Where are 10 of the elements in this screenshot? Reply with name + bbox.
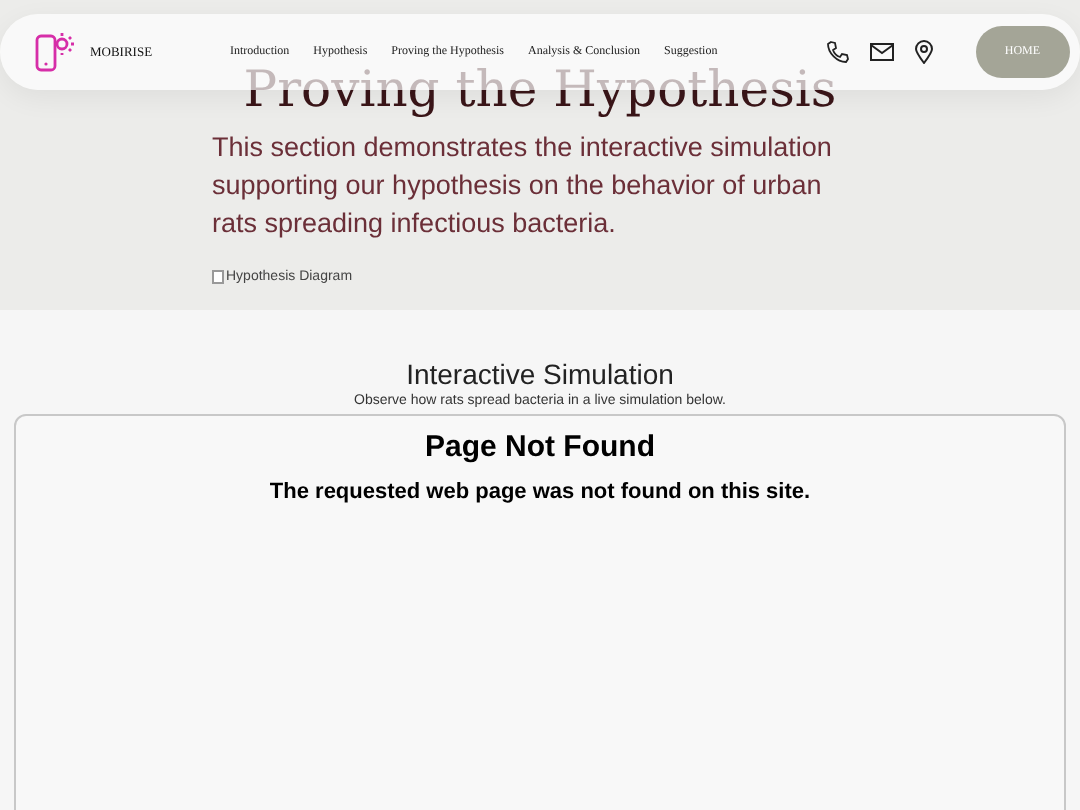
section-title: Interactive Simulation [404,358,676,390]
location-pin-icon[interactable] [913,40,934,64]
error-message: The requested web page was not found on this site. [267,480,813,504]
phone-icon[interactable] [825,40,850,64]
mail-icon[interactable] [869,42,894,62]
broken-image-icon [212,270,224,284]
error-heading: Page Not Found [423,430,657,464]
page-title: Proving the Hypothesis [243,60,837,120]
intro-text: This section demonstrates the interactive simulation supporting our hypothesis on the behavior of urban rats spreading infectious bacteria. [212,130,834,242]
phone-sun-icon [34,30,78,74]
